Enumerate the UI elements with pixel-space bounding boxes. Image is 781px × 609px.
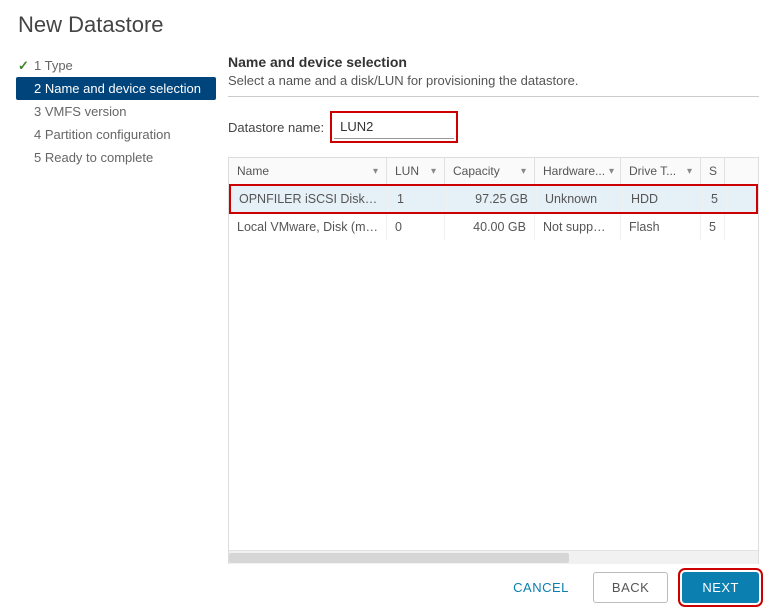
cell-capacity: 97.25 GB [447, 186, 537, 212]
step-4-partition-config[interactable]: 4 Partition configuration [16, 123, 216, 146]
cancel-button[interactable]: CANCEL [503, 572, 579, 603]
col-header-name-label: Name [237, 164, 269, 178]
table-row[interactable]: OPNFILER iSCSI Disk (t10.... 1 97.25 GB … [231, 186, 756, 212]
datastore-name-highlight [330, 111, 458, 143]
step-3-vmfs-version[interactable]: 3 VMFS version [16, 100, 216, 123]
datastore-name-input[interactable] [334, 115, 454, 139]
cell-s: 5 [701, 214, 725, 240]
back-button[interactable]: BACK [593, 572, 668, 603]
grid-horizontal-scrollbar[interactable] [229, 550, 758, 564]
grid-header: Name ▾ LUN ▾ Capacity ▾ Hardware... ▾ Dr… [229, 158, 758, 184]
footer-actions: CANCEL BACK NEXT [0, 572, 781, 603]
datastore-name-row: Datastore name: [228, 111, 759, 143]
cell-capacity: 40.00 GB [445, 214, 535, 240]
table-row[interactable]: Local VMware, Disk (mpx.... 0 40.00 GB N… [229, 214, 758, 240]
col-header-name[interactable]: Name ▾ [229, 158, 387, 184]
col-header-s-label: S [709, 164, 717, 178]
step-5-ready[interactable]: 5 Ready to complete [16, 146, 216, 169]
col-header-s[interactable]: S [701, 158, 725, 184]
cell-s: 5 [703, 186, 727, 212]
cell-name: OPNFILER iSCSI Disk (t10.... [231, 186, 389, 212]
col-header-capacity-label: Capacity [453, 164, 500, 178]
next-button[interactable]: NEXT [682, 572, 759, 603]
datastore-name-label: Datastore name: [228, 120, 324, 135]
section-subtitle: Select a name and a disk/LUN for provisi… [228, 70, 759, 97]
col-header-drive-type-label: Drive T... [629, 164, 676, 178]
col-header-lun[interactable]: LUN ▾ [387, 158, 445, 184]
cell-name: Local VMware, Disk (mpx.... [229, 214, 387, 240]
chevron-down-icon: ▾ [687, 166, 692, 177]
scrollbar-thumb[interactable] [229, 553, 569, 563]
grid-row-highlight: OPNFILER iSCSI Disk (t10.... 1 97.25 GB … [229, 184, 758, 214]
col-header-hardware[interactable]: Hardware... ▾ [535, 158, 621, 184]
chevron-down-icon: ▾ [431, 166, 436, 177]
content-panel: Name and device selection Select a name … [216, 48, 781, 564]
col-header-lun-label: LUN [395, 164, 419, 178]
col-header-capacity[interactable]: Capacity ▾ [445, 158, 535, 184]
chevron-down-icon: ▾ [373, 166, 378, 177]
col-header-hardware-label: Hardware... [543, 164, 605, 178]
step-2-name-device[interactable]: 2 Name and device selection [16, 77, 216, 100]
cell-drive-type: HDD [623, 186, 703, 212]
col-header-drive-type[interactable]: Drive T... ▾ [621, 158, 701, 184]
chevron-down-icon: ▾ [521, 166, 526, 177]
wizard-steps: 1 Type 2 Name and device selection 3 VMF… [16, 48, 216, 564]
grid-empty-area [229, 240, 758, 550]
cell-lun: 0 [387, 214, 445, 240]
cell-drive-type: Flash [621, 214, 701, 240]
cell-hardware: Unknown [537, 186, 623, 212]
chevron-down-icon: ▾ [609, 166, 614, 177]
disk-grid: Name ▾ LUN ▾ Capacity ▾ Hardware... ▾ Dr… [228, 157, 759, 564]
cell-hardware: Not suppor... [535, 214, 621, 240]
section-title: Name and device selection [228, 54, 759, 70]
cell-lun: 1 [389, 186, 447, 212]
step-1-type[interactable]: 1 Type [16, 54, 216, 77]
dialog-title: New Datastore [0, 0, 781, 48]
main-area: 1 Type 2 Name and device selection 3 VMF… [0, 48, 781, 564]
